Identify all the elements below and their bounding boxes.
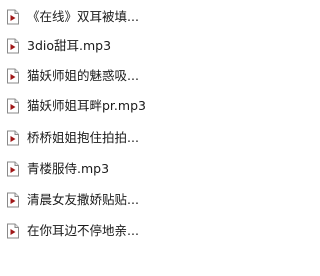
file-name: 青楼服侍.mp3: [27, 161, 110, 176]
file-name: 桥桥姐姐抱住拍拍...: [27, 130, 139, 145]
file-item[interactable]: 桥桥姐姐抱住拍拍...: [0, 123, 264, 153]
audio-file-icon: [7, 223, 19, 239]
audio-file-icon: [7, 192, 19, 208]
file-name: 猫妖师姐的魅惑吸...: [27, 68, 139, 83]
file-item[interactable]: 猫妖师姐的魅惑吸...: [0, 61, 264, 91]
file-name: 3dio甜耳.mp3: [27, 38, 112, 53]
file-item[interactable]: 在你耳边不停地亲...: [0, 216, 264, 246]
file-name: 清晨女友撒娇贴贴...: [27, 192, 139, 207]
audio-file-icon: [7, 130, 19, 146]
file-name: 《在线》双耳被填...: [27, 9, 139, 24]
file-list: 《在线》双耳被填... 3dio甜耳.mp3 猫妖师姐的魅惑吸... 猫妖师姐耳…: [0, 0, 264, 276]
audio-file-icon: [7, 98, 19, 114]
file-item[interactable]: 猫妖师姐耳畔pr.mp3: [0, 91, 264, 121]
file-item[interactable]: 青楼服侍.mp3: [0, 154, 264, 184]
audio-file-icon: [7, 161, 19, 177]
audio-file-icon: [7, 9, 19, 25]
file-item[interactable]: 清晨女友撒娇贴贴...: [0, 185, 264, 215]
audio-file-icon: [7, 38, 19, 54]
file-name: 猫妖师姐耳畔pr.mp3: [27, 98, 146, 113]
file-item[interactable]: 《在线》双耳被填...: [0, 2, 264, 32]
file-item[interactable]: 3dio甜耳.mp3: [0, 31, 264, 61]
file-name: 在你耳边不停地亲...: [27, 223, 139, 238]
audio-file-icon: [7, 68, 19, 84]
